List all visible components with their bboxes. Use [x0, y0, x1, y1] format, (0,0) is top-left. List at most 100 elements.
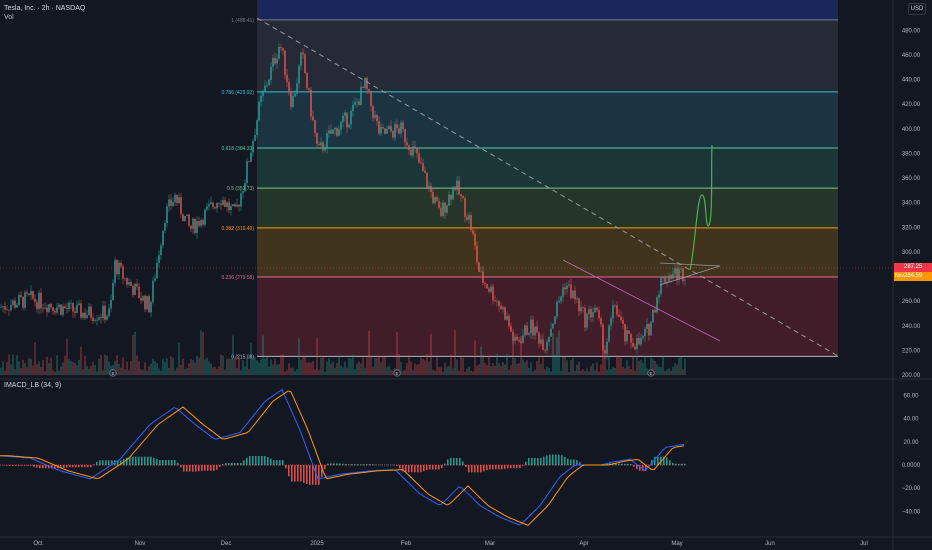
- candle-body: [320, 142, 322, 146]
- fibonacci-retracement[interactable]: 1 (488.41) 0.786 (429.92) 0.618 (384.33) 0.…: [221, 0, 838, 360]
- candle-body: [22, 296, 24, 308]
- candle-body: [332, 129, 334, 134]
- volume-bar: [186, 367, 188, 375]
- volume-bar: [240, 370, 242, 375]
- volume-bar: [86, 365, 88, 375]
- volume-bar: [516, 364, 518, 375]
- histogram-bar: [87, 465, 89, 468]
- volume-bar: [278, 363, 280, 375]
- volume-bar: [432, 370, 434, 375]
- volume-bar: [202, 332, 204, 375]
- candle-body: [278, 46, 280, 59]
- candle-body: [478, 262, 480, 272]
- volume-bar: [642, 362, 644, 375]
- volume-bar: [606, 369, 608, 375]
- histogram-bar: [666, 457, 668, 466]
- price-tick-label: 220.00: [902, 348, 921, 354]
- candle-body: [398, 128, 400, 134]
- volume-bar: [526, 360, 528, 375]
- candle-body: [26, 292, 28, 294]
- candle-body: [382, 127, 384, 129]
- histogram-bar: [252, 455, 254, 466]
- candle-body: [448, 194, 450, 206]
- candle-body: [326, 133, 328, 149]
- volume-bar: [144, 362, 146, 375]
- histogram-bar: [3, 465, 5, 466]
- candle-body: [508, 316, 510, 327]
- volume-bar: [666, 369, 668, 375]
- candle-body: [404, 129, 406, 143]
- histogram-bar: [12, 465, 14, 466]
- volume-bar: [618, 355, 620, 375]
- indicator-tick-label: 20.00: [903, 440, 919, 446]
- candle-body: [110, 299, 112, 309]
- candle-body: [112, 282, 114, 300]
- volume-bar: [210, 363, 212, 375]
- histogram-bar: [330, 463, 332, 466]
- volume-bar: [378, 355, 380, 375]
- volume-bar: [204, 359, 206, 375]
- candle-body: [534, 326, 536, 336]
- candle-body: [150, 302, 152, 313]
- candle-body: [178, 197, 180, 203]
- candle-body: [388, 126, 390, 130]
- volume-bar: [388, 365, 390, 375]
- volume-bar: [118, 364, 120, 375]
- candle-body: [668, 275, 670, 283]
- candle-body: [136, 283, 138, 287]
- indicator-label[interactable]: IMACD_LB (34, 9): [4, 382, 61, 389]
- candle-body: [106, 315, 108, 320]
- candle-body: [286, 74, 288, 83]
- price-tick-label: 360.00: [902, 176, 921, 182]
- volume-bar: [170, 356, 172, 375]
- volume-bar: [192, 360, 194, 375]
- volume-bar: [634, 370, 636, 375]
- volume-bar: [586, 368, 588, 375]
- histogram-bar: [504, 465, 506, 469]
- candle-body: [114, 259, 116, 283]
- currency-button[interactable]: USD: [908, 3, 926, 15]
- candle-body: [58, 304, 60, 308]
- candle-body: [454, 187, 456, 190]
- histogram-bar: [201, 465, 203, 471]
- histogram-bar: [540, 457, 542, 466]
- histogram-bar: [300, 465, 302, 482]
- candle-body: [138, 286, 140, 299]
- volume-bar: [452, 368, 454, 375]
- volume-bar: [358, 361, 360, 375]
- volume-bar: [602, 334, 604, 375]
- volume-bar: [668, 368, 670, 375]
- volume-bar: [482, 355, 484, 375]
- candle-body: [166, 206, 168, 224]
- candle-body: [572, 290, 574, 298]
- candle-body: [128, 282, 130, 285]
- candle-body: [660, 277, 662, 295]
- candle-body: [34, 298, 36, 302]
- candle-body: [344, 112, 346, 116]
- symbol-header[interactable]: Tesla, Inc. · 2h · NASDAQ Vol: [4, 4, 85, 22]
- histogram-bar: [273, 460, 275, 466]
- price-tick-label: 460.00: [902, 53, 921, 59]
- histogram-bar: [186, 465, 188, 472]
- volume-bar: [588, 371, 590, 375]
- candle-body: [562, 287, 564, 297]
- volume-bar: [582, 369, 584, 375]
- volume-bar: [436, 357, 438, 375]
- symbol-title[interactable]: Tesla, Inc. · 2h · NASDAQ: [4, 4, 85, 13]
- volume-bar: [624, 368, 626, 375]
- candle-body: [156, 262, 158, 279]
- histogram-bar: [42, 465, 44, 469]
- candle-body: [42, 308, 44, 309]
- candle-body: [530, 319, 532, 333]
- histogram-bar: [447, 459, 449, 466]
- histogram-bar: [237, 462, 239, 466]
- candle-body: [538, 332, 540, 344]
- histogram-bar: [93, 464, 95, 466]
- candle-body: [546, 341, 548, 351]
- volume-label[interactable]: Vol: [4, 13, 85, 22]
- candle-body: [640, 337, 642, 345]
- chart-canvas[interactable]: 1 (488.41) 0.786 (429.92) 0.618 (384.33) 0.…: [0, 0, 932, 550]
- fib-band: [257, 188, 838, 228]
- volume-bar: [196, 355, 198, 375]
- candle-body: [196, 220, 198, 233]
